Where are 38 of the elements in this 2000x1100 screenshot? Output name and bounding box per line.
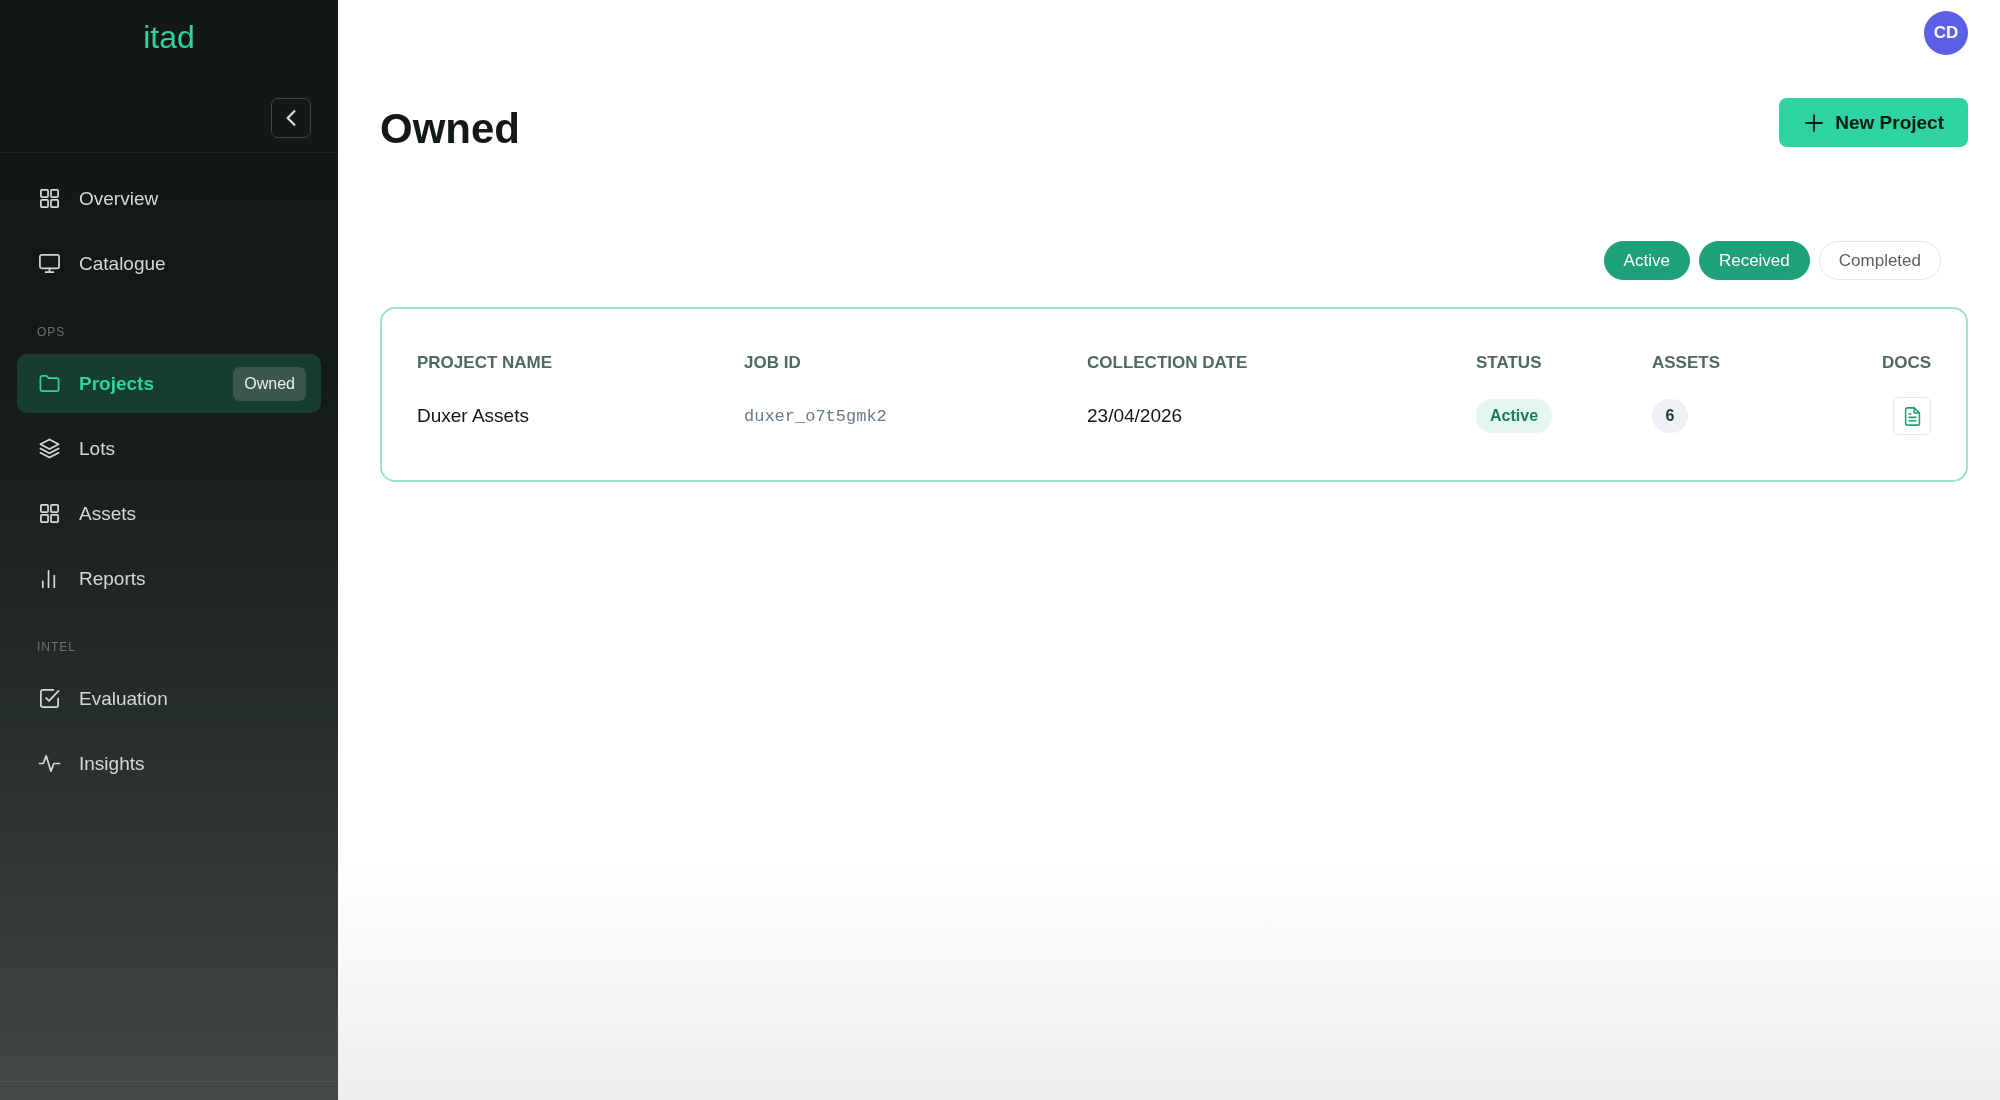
sidebar-item[interactable]: Insights: [17, 734, 321, 793]
column-header: PROJECT NAME: [417, 353, 553, 373]
layers-icon: [38, 437, 61, 460]
table-cell: 23/04/2026: [1087, 405, 1183, 427]
grid-icon: [38, 502, 61, 525]
column-header: DOCS: [1881, 353, 1931, 373]
column-header: JOB ID: [744, 353, 801, 373]
asset-count: 6: [1652, 399, 1688, 433]
section-label: INTEL: [37, 639, 76, 655]
table-cell: duxer_o7t5gmk2: [744, 406, 887, 426]
column-header: ASSETS: [1652, 353, 1721, 373]
sidebar-item[interactable]: Lots: [17, 419, 321, 478]
sidebar-item[interactable]: Assets: [17, 484, 321, 543]
folder-icon: [38, 372, 61, 395]
checkbox-icon: [38, 687, 61, 710]
sidebar-item[interactable]: Reports: [17, 549, 321, 608]
sidebar-item[interactable]: Overview: [17, 169, 321, 228]
app-logo: itad: [143, 18, 195, 56]
sidebar-item[interactable]: Catalogue: [17, 234, 321, 293]
plus-icon: [1805, 113, 1824, 132]
item-badge: Owned: [233, 366, 306, 401]
column-header: COLLECTION DATE: [1087, 353, 1248, 373]
page-title: Owned: [380, 104, 520, 154]
table-cell: Duxer Assets: [417, 405, 529, 427]
collapse-sidebar-button[interactable]: [271, 98, 311, 138]
section-label: OPS: [37, 324, 66, 340]
sidebar-item[interactable]: Projects Owned: [17, 354, 321, 413]
user-avatar[interactable]: CD: [1924, 11, 1968, 55]
pulse-icon: [38, 752, 61, 775]
monitor-icon: [38, 252, 61, 275]
status-badge: Active: [1476, 399, 1553, 433]
document-icon: [1903, 406, 1921, 426]
document-button[interactable]: [1893, 397, 1931, 435]
filter-chip[interactable]: Completed: [1818, 241, 1941, 280]
new-project-button[interactable]: New Project: [1779, 98, 1968, 147]
grid-icon: [38, 187, 61, 210]
sidebar-item[interactable]: Evaluation: [17, 669, 321, 728]
column-header: STATUS: [1476, 353, 1542, 373]
